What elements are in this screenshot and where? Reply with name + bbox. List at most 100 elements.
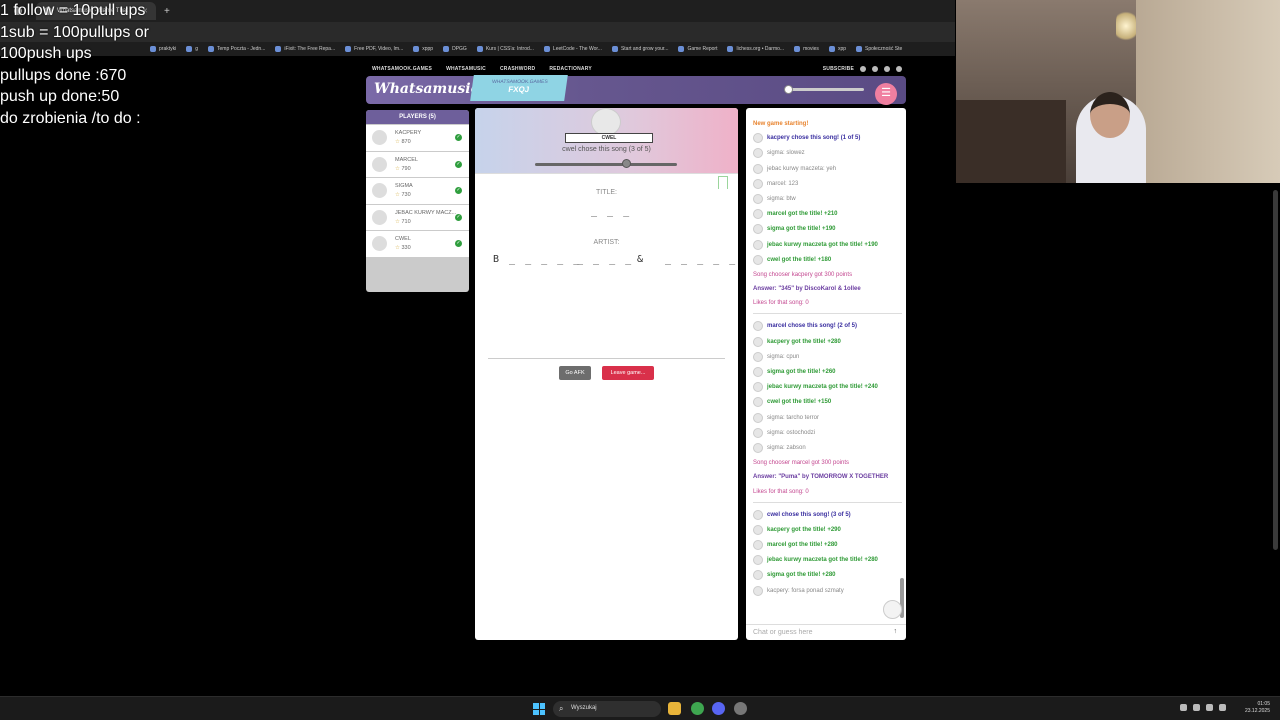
bookmark-item[interactable]: movies bbox=[794, 46, 819, 52]
overlay-line: 1sub = 100pullups or bbox=[0, 23, 149, 41]
nav-whatsamook-games[interactable]: WHATSAMOOK.GAMES bbox=[372, 66, 432, 72]
obs-icon[interactable] bbox=[734, 702, 747, 715]
chat-message: cwel chose this song! (3 of 5) bbox=[753, 509, 902, 520]
discord-icon[interactable] bbox=[896, 66, 902, 72]
bookmark-favicon-icon bbox=[186, 46, 193, 52]
bookmark-favicon-icon bbox=[443, 46, 450, 52]
title-label: TITLE: bbox=[595, 189, 617, 196]
chat-message-text: sigma: zabson bbox=[767, 444, 806, 451]
new-tab-button[interactable]: + bbox=[164, 6, 170, 17]
room-site: WHATSAMOOK.GAMES bbox=[491, 79, 549, 85]
player-name: SIGMA bbox=[395, 183, 413, 189]
bookmark-item[interactable]: DPGG bbox=[443, 46, 467, 52]
chat-message-text: sigma got the title! +280 bbox=[767, 572, 836, 579]
player-avatar bbox=[372, 209, 387, 225]
whatsamusic-logo[interactable]: Whatsamusic bbox=[374, 81, 479, 97]
player-score: 330 bbox=[401, 245, 411, 251]
bookmark-item[interactable]: Społeczność Ste bbox=[856, 46, 902, 52]
chat-message: Song chooser kacpery got 300 points bbox=[753, 271, 902, 279]
overlay-line: pullups done :670 bbox=[0, 66, 127, 84]
player-row: JEBAC KURWY MACZ... ☆ 710 ✓ bbox=[366, 204, 469, 230]
chat-message-text: jebac kurwy maczeta got the title! +240 bbox=[767, 384, 878, 391]
players-panel: PLAYERS (5) KACPERY ☆ 870 ✓ MARCEL ☆ 790 ✓ SIG… bbox=[366, 110, 469, 292]
player-score: 790 bbox=[401, 165, 411, 172]
wifi-icon[interactable] bbox=[1206, 704, 1213, 711]
bookmark-label: iFixit: The Free Repa... bbox=[284, 46, 336, 52]
star-icon: ☆ bbox=[395, 218, 400, 225]
chat-message-text: jebac kurwy maczeta: yeh bbox=[767, 165, 837, 172]
bookmark-item[interactable]: Free PDF, Video, Im... bbox=[345, 46, 403, 52]
chat-message-text: sigma got the title! +190 bbox=[767, 226, 836, 233]
game-panel: CWEL cwel chose this song (3 of 5) TITLE… bbox=[475, 108, 738, 640]
leave-game-button[interactable]: Leave game... bbox=[602, 366, 654, 380]
chat-avatar bbox=[753, 570, 763, 581]
send-icon[interactable]: ↑ bbox=[894, 628, 898, 635]
player-avatar bbox=[372, 156, 387, 172]
chat-avatar bbox=[753, 209, 763, 220]
chat-message-text: cwel chose this song! (3 of 5) bbox=[767, 511, 851, 518]
artist-label: ARTIST: bbox=[593, 239, 620, 246]
bookmark-item[interactable]: xppp bbox=[413, 46, 433, 52]
artist-hint-word-1: B _ _ _ _ _ bbox=[493, 254, 582, 265]
chat-message: sigma got the title! +190 bbox=[753, 224, 902, 235]
chat-message-text: marcel got the title! +210 bbox=[767, 211, 838, 218]
clock-date: 23.12.2025 bbox=[1244, 708, 1270, 714]
taskbar-search[interactable]: ⌕ Wyszukaj bbox=[553, 701, 661, 717]
overlay-line: 100push ups bbox=[0, 45, 92, 62]
artist-hint-word-2: _ _ _ _ bbox=[577, 254, 634, 265]
tray-chevron-icon[interactable] bbox=[1180, 704, 1187, 711]
bookmark-item[interactable]: Kurs | CSS'a: Introd... bbox=[476, 46, 534, 52]
bookmark-item[interactable]: LeetCode - The Wor... bbox=[543, 46, 602, 52]
nav-whatsamusic[interactable]: WHATSAMUSIC bbox=[446, 66, 486, 72]
windows-taskbar: ⌕ Wyszukaj 01:05 23.12.2025 bbox=[0, 696, 1280, 720]
chat-message-text: kacpery got the title! +280 bbox=[767, 338, 841, 345]
chrome-icon[interactable] bbox=[691, 702, 704, 715]
bookmark-item[interactable]: xpp bbox=[828, 46, 846, 52]
chat-log[interactable]: New game starting! kacpery chose this son… bbox=[746, 108, 906, 622]
nav-redactionary[interactable]: REDACTIONARY bbox=[549, 66, 592, 72]
chat-input[interactable]: Chat or guess here ↑ bbox=[746, 624, 906, 640]
nav-crashword[interactable]: CRASHWORD bbox=[500, 66, 535, 72]
star-icon: ☆ bbox=[395, 245, 400, 251]
bookmark-item[interactable]: Start and grow your... bbox=[611, 46, 668, 52]
windows-start-icon[interactable] bbox=[533, 703, 545, 715]
bookmark-item[interactable]: lichess.org • Darmo... bbox=[727, 46, 784, 52]
subscribe-link[interactable]: SUBSCRIBE bbox=[823, 66, 854, 72]
chat-avatar bbox=[753, 321, 763, 332]
volume-icon[interactable] bbox=[1219, 704, 1226, 711]
song-timer-bar bbox=[535, 163, 677, 166]
chat-avatar bbox=[753, 133, 763, 144]
chose-song-text: cwel chose this song (3 of 5) bbox=[562, 146, 651, 153]
title-hint: _ _ _ bbox=[591, 206, 632, 217]
discord-app-icon[interactable] bbox=[712, 702, 725, 715]
page-scrollbar[interactable] bbox=[1273, 190, 1278, 550]
volume-knob[interactable] bbox=[784, 85, 793, 94]
bookmark-item[interactable]: praktyki bbox=[150, 46, 176, 52]
bookmark-icon[interactable] bbox=[718, 176, 728, 189]
bookmark-item[interactable]: Temp Poczta - Jedn... bbox=[208, 46, 265, 52]
mic-icon[interactable] bbox=[1193, 704, 1200, 711]
twitter-icon[interactable] bbox=[860, 66, 866, 72]
chat-message: Answer: "345" by DiscoKarol & 1ollee bbox=[753, 285, 902, 293]
chat-avatar bbox=[753, 509, 763, 520]
player-score-line: ☆ 710 bbox=[395, 219, 411, 225]
bookmark-label: g bbox=[195, 46, 199, 52]
bookmark-label: xppp bbox=[422, 46, 434, 52]
scroll-to-bottom-button[interactable] bbox=[883, 600, 902, 619]
chat-message: kacpery got the title! +280 bbox=[753, 336, 902, 347]
bookmark-item[interactable]: iFixit: The Free Repa... bbox=[275, 46, 335, 52]
chat-message-text: sigma: btw bbox=[767, 195, 796, 202]
instagram-icon[interactable] bbox=[872, 66, 878, 72]
bookmark-item[interactable]: Game Report bbox=[678, 46, 717, 52]
taskbar-clock[interactable]: 01:05 23.12.2025 bbox=[1245, 701, 1270, 715]
chat-message-text: New game starting! bbox=[753, 121, 809, 127]
chat-avatar bbox=[753, 178, 763, 189]
menu-icon[interactable]: ☰ bbox=[875, 83, 897, 105]
tiktok-icon[interactable] bbox=[884, 66, 890, 72]
chat-avatar bbox=[753, 382, 763, 393]
chat-avatar bbox=[753, 351, 763, 362]
file-explorer-icon[interactable] bbox=[668, 702, 681, 715]
go-afk-button[interactable]: Go AFK bbox=[559, 366, 591, 380]
volume-slider[interactable] bbox=[784, 88, 864, 91]
bookmark-item[interactable]: g bbox=[186, 46, 198, 52]
